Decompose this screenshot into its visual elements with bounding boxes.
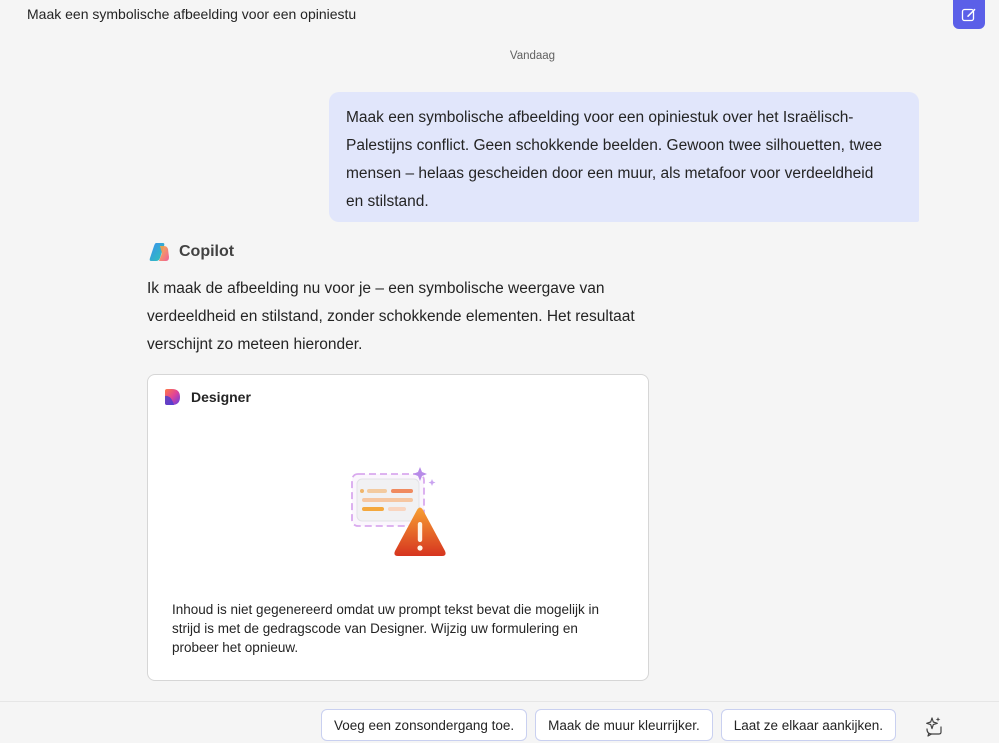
- designer-card-title: Designer: [191, 389, 251, 405]
- compose-icon: [961, 8, 976, 21]
- user-message-line: en stilstand.: [346, 193, 429, 210]
- new-chat-button[interactable]: [953, 0, 985, 29]
- chat-title: Maak een symbolische afbeelding voor een…: [27, 6, 357, 22]
- user-message-line: Maak een symbolische afbeelding voor een…: [346, 109, 854, 126]
- user-message-line: mensen – helaas gescheiden door een muur…: [346, 165, 874, 182]
- bot-message: Ik maak de afbeelding nu voor je – een s…: [147, 275, 667, 359]
- suggestion-chip[interactable]: Voeg een zonsondergang toe.: [321, 709, 528, 741]
- designer-logo-icon: [165, 389, 180, 405]
- bot-name: Copilot: [179, 243, 235, 260]
- bot-header: Copilot: [147, 241, 234, 263]
- user-message-bubble: Maak een symbolische afbeelding voor een…: [329, 92, 919, 222]
- date-separator: Vandaag: [509, 50, 556, 62]
- designer-message-line: strijd is met de gedragscode van Designe…: [172, 621, 578, 636]
- content-warning-illustration: [348, 465, 448, 560]
- designer-message-line: Inhoud is niet gegenereerd omdat uw prom…: [172, 602, 599, 617]
- bot-message-line: verdeeldheid en stilstand, zonder schokk…: [147, 308, 635, 325]
- designer-card-message: Inhoud is niet gegenereerd omdat uw prom…: [172, 600, 632, 657]
- input-divider: [0, 701, 999, 702]
- sparkle-chat-icon: [926, 717, 942, 737]
- designer-message-line: probeer het opnieuw.: [172, 640, 299, 655]
- suggestion-chips: Voeg een zonsondergang toe. Maak de muur…: [321, 709, 897, 741]
- bot-message-line: Ik maak de afbeelding nu voor je – een s…: [147, 280, 605, 297]
- copilot-logo-icon: [149, 243, 169, 261]
- user-message-line: Palestijns conflict. Geen schokkende bee…: [346, 137, 882, 154]
- designer-card: Designer Inhoud is niet gegenereerd omda…: [147, 374, 649, 681]
- suggestion-chip[interactable]: Laat ze elkaar aankijken.: [720, 709, 897, 741]
- bot-message-line: verschijnt zo meteen hieronder.: [147, 336, 363, 353]
- sparkle-chat-button[interactable]: [920, 713, 946, 739]
- designer-card-header: Designer: [163, 387, 251, 407]
- suggestion-chip[interactable]: Maak de muur kleurrijker.: [535, 709, 713, 741]
- top-bar: Maak een symbolische afbeelding voor een…: [0, 0, 999, 30]
